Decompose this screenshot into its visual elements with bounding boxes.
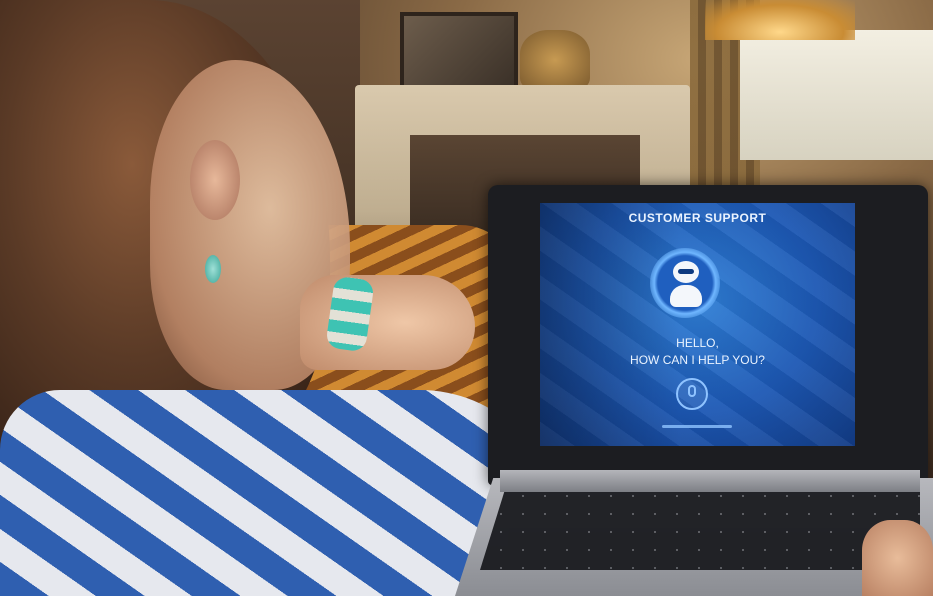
window xyxy=(740,30,933,160)
wall-picture xyxy=(400,12,518,90)
photo-scene: CUSTOMER SUPPORT HELLO, HOW CAN I HELP Y… xyxy=(0,0,933,596)
robot-visor xyxy=(678,269,694,274)
screen-reflection xyxy=(540,203,855,446)
earring xyxy=(205,255,221,283)
laptop-display: CUSTOMER SUPPORT HELLO, HOW CAN I HELP Y… xyxy=(540,203,855,446)
laptop-hinge xyxy=(500,470,920,492)
decorative-vase xyxy=(520,30,590,90)
support-title: CUSTOMER SUPPORT xyxy=(628,211,767,225)
microphone-icon xyxy=(688,385,696,397)
robot-avatar-ring xyxy=(650,248,720,318)
woman-ear xyxy=(190,140,240,220)
lamp xyxy=(705,0,855,40)
screen-caption-bar xyxy=(662,425,732,428)
woman-hand xyxy=(862,520,933,596)
greeting-line-1: HELLO, xyxy=(676,336,719,350)
greeting-line-2: HOW CAN I HELP YOU? xyxy=(630,353,765,367)
robot-body xyxy=(670,285,702,307)
woman-arm xyxy=(300,275,475,370)
